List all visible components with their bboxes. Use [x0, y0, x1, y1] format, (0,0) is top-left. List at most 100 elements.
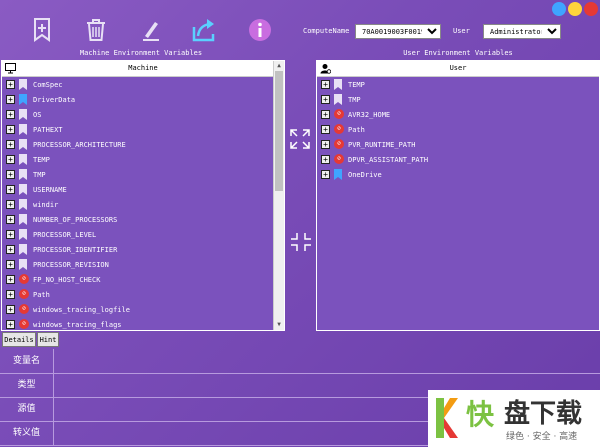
expand-icon[interactable]: +	[6, 200, 15, 209]
expand-icon[interactable]: +	[6, 140, 15, 149]
expand-icon[interactable]: +	[321, 110, 330, 119]
scroll-down-icon[interactable]: ▼	[274, 320, 284, 330]
expand-icon[interactable]: +	[6, 305, 15, 314]
list-item[interactable]: + TMP	[2, 167, 130, 182]
variable-name: Path	[348, 125, 365, 134]
list-item[interactable]: + PROCESSOR_LEVEL	[2, 227, 130, 242]
list-item[interactable]: + ⊘ DPVR_ASSISTANT_PATH	[317, 152, 428, 167]
window-dot-blue[interactable]	[552, 2, 566, 16]
user-panel-header: User	[317, 61, 599, 77]
machine-scrollbar[interactable]: ▲ ▼	[273, 61, 284, 330]
variable-name: FP_NO_HOST_CHECK	[33, 275, 101, 284]
list-item[interactable]: + TMP	[317, 92, 428, 107]
list-item[interactable]: + NUMBER_OF_PROCESSORS	[2, 212, 130, 227]
bookmark-add-icon[interactable]	[28, 16, 56, 44]
variable-name: OneDrive	[348, 170, 382, 179]
list-item[interactable]: + PROCESSOR_REVISION	[2, 257, 130, 272]
details-label: 转义值	[0, 421, 54, 445]
bookmark-icon	[19, 184, 29, 195]
expand-icon[interactable]: +	[6, 80, 15, 89]
scroll-up-icon[interactable]: ▲	[274, 61, 284, 71]
no-entry-icon: ⊘	[334, 154, 344, 165]
share-icon[interactable]	[190, 16, 218, 44]
list-item[interactable]: + ComSpec	[2, 77, 130, 92]
list-item[interactable]: + ⊘ windows_tracing_logfile	[2, 302, 130, 317]
expand-icon[interactable]: +	[321, 170, 330, 179]
bookmark-icon	[19, 244, 29, 255]
list-item[interactable]: + ⊘ PVR_RUNTIME_PATH	[317, 137, 428, 152]
expand-icon[interactable]: +	[6, 275, 15, 284]
details-label: 源值	[0, 397, 54, 421]
info-icon[interactable]	[246, 16, 274, 44]
list-item[interactable]: + PROCESSOR_ARCHITECTURE	[2, 137, 130, 152]
details-row: 变量名	[0, 349, 600, 374]
list-item[interactable]: + DriverData	[2, 92, 130, 107]
user-icon	[320, 64, 331, 74]
expand-icon[interactable]: +	[321, 155, 330, 164]
bookmark-icon	[19, 79, 29, 90]
user-select[interactable]: Administrator	[483, 24, 561, 39]
user-panel: User + TEMP + TMP + ⊘ AVR32_HOME + ⊘ Path + ⊘ PVR_RU…	[316, 60, 600, 331]
list-item[interactable]: + OneDrive	[317, 167, 428, 182]
user-section-title: User Environment Variables	[403, 49, 513, 57]
expand-icon[interactable]: +	[321, 95, 330, 104]
expand-icon[interactable]: +	[6, 110, 15, 119]
list-item[interactable]: + ⊘ FP_NO_HOST_CHECK	[2, 272, 130, 287]
tab-hint[interactable]: Hint	[37, 332, 59, 347]
watermark-logo: 快 盘下载 绿色 · 安全 · 高速	[428, 390, 600, 447]
list-item[interactable]: + USERNAME	[2, 182, 130, 197]
watermark-k-icon	[436, 398, 458, 438]
no-entry-icon: ⊘	[334, 109, 344, 120]
expand-icon[interactable]: +	[6, 155, 15, 164]
no-entry-icon: ⊘	[19, 304, 29, 315]
variable-name: windows_tracing_flags	[33, 320, 122, 329]
list-item[interactable]: + TEMP	[317, 77, 428, 92]
expand-icon[interactable]: +	[321, 80, 330, 89]
expand-icon[interactable]: +	[6, 260, 15, 269]
list-item[interactable]: + PATHEXT	[2, 122, 130, 137]
bookmark-icon	[334, 79, 344, 90]
collapse-arrows-icon[interactable]	[289, 231, 311, 255]
expand-icon[interactable]: +	[6, 245, 15, 254]
variable-name: OS	[33, 110, 42, 119]
expand-icon[interactable]: +	[6, 125, 15, 134]
variable-name: PVR_RUNTIME_PATH	[348, 140, 416, 149]
expand-icon[interactable]: +	[6, 320, 15, 329]
scroll-thumb[interactable]	[275, 71, 283, 191]
expand-icon[interactable]: +	[6, 95, 15, 104]
list-item[interactable]: + ⊘ Path	[317, 122, 428, 137]
bookmark-icon	[19, 154, 29, 165]
expand-icon[interactable]: +	[6, 170, 15, 179]
variable-name: ComSpec	[33, 80, 63, 89]
variable-name: AVR32_HOME	[348, 110, 391, 119]
machine-header-label: Machine	[128, 64, 158, 72]
details-label: 类型	[0, 373, 54, 397]
list-item[interactable]: + OS	[2, 107, 130, 122]
compute-name-select[interactable]: 70A0019003F0019	[355, 24, 441, 39]
expand-icon[interactable]: +	[321, 125, 330, 134]
expand-icon[interactable]: +	[6, 215, 15, 224]
machine-panel-header: Machine	[2, 61, 284, 77]
window-dot-yellow[interactable]	[568, 2, 582, 16]
bookmark-icon	[19, 124, 29, 135]
list-item[interactable]: + windir	[2, 197, 130, 212]
expand-icon[interactable]: +	[6, 185, 15, 194]
expand-icon[interactable]: +	[6, 230, 15, 239]
expand-arrows-icon[interactable]	[289, 128, 311, 152]
list-item[interactable]: + ⊘ Path	[2, 287, 130, 302]
variable-name: PATHEXT	[33, 125, 63, 134]
tab-details[interactable]: Details	[2, 332, 36, 347]
expand-icon[interactable]: +	[321, 140, 330, 149]
variable-name: TEMP	[33, 155, 50, 164]
list-item[interactable]: + TEMP	[2, 152, 130, 167]
window-dot-red[interactable]	[584, 2, 598, 16]
variable-name: TMP	[348, 95, 361, 104]
user-label: User	[453, 27, 470, 35]
expand-icon[interactable]: +	[6, 290, 15, 299]
pen-icon[interactable]	[137, 16, 165, 44]
list-item[interactable]: + PROCESSOR_IDENTIFIER	[2, 242, 130, 257]
list-item[interactable]: + ⊘ AVR32_HOME	[317, 107, 428, 122]
variable-name: NUMBER_OF_PROCESSORS	[33, 215, 118, 224]
list-item[interactable]: + ⊘ windows_tracing_flags	[2, 317, 130, 330]
trash-icon[interactable]	[82, 16, 110, 44]
